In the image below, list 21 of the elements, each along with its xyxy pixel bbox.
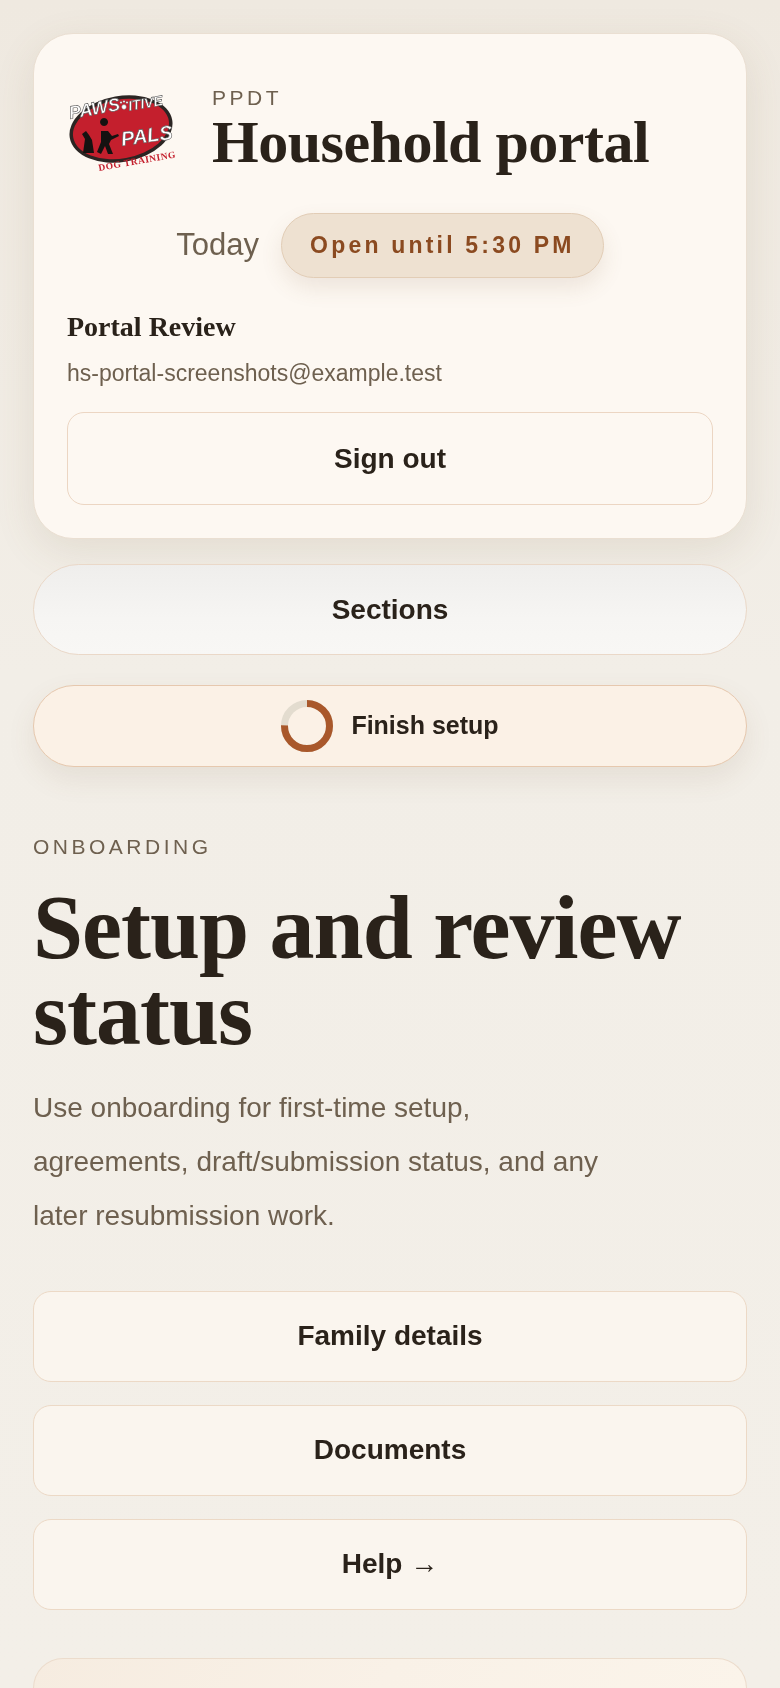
nav-link-button[interactable]: Documents bbox=[33, 1404, 747, 1496]
hours-badge: Open until 5:30 PM bbox=[281, 213, 604, 278]
user-name: Portal Review bbox=[67, 309, 237, 344]
section-heading: Setup and review status bbox=[33, 884, 682, 1057]
logo-tagline: DOG TRAINING bbox=[97, 149, 177, 173]
nav-link-button[interactable]: Family details bbox=[33, 1290, 747, 1382]
brand-abbreviation: PPDT bbox=[212, 86, 283, 110]
nav-link-button[interactable]: Help → bbox=[33, 1518, 747, 1610]
user-email: hs-portal-screenshots@example.test bbox=[67, 358, 443, 388]
today-label: Today bbox=[176, 226, 260, 265]
finish-setup-button[interactable]: Finish setup bbox=[33, 685, 747, 768]
logo-text: ITIVE bbox=[126, 91, 164, 114]
sections-button[interactable]: Sections bbox=[33, 564, 747, 656]
portal-title: Household portal bbox=[212, 109, 650, 176]
logo-text: PALS bbox=[119, 120, 174, 150]
progress-ring-icon bbox=[281, 700, 334, 753]
logo-text: PAWS bbox=[67, 93, 122, 123]
paw-icon bbox=[119, 99, 129, 110]
section-description: Use onboarding for first-time setup, agreements, draft/submission status, and any later resubmission work. bbox=[33, 1090, 599, 1233]
section-eyebrow: ONBOARDING bbox=[33, 834, 213, 861]
sign-out-button[interactable]: Sign out bbox=[67, 412, 713, 506]
